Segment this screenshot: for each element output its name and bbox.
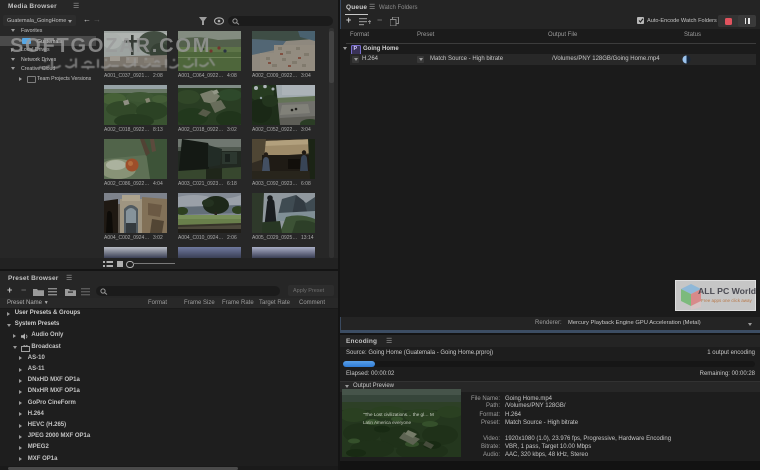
svg-text:"The Lost civilizations… the g: "The Lost civilizations… the gl… M (363, 412, 434, 417)
svg-text:Latin America everyone: Latin America everyone (363, 420, 411, 425)
